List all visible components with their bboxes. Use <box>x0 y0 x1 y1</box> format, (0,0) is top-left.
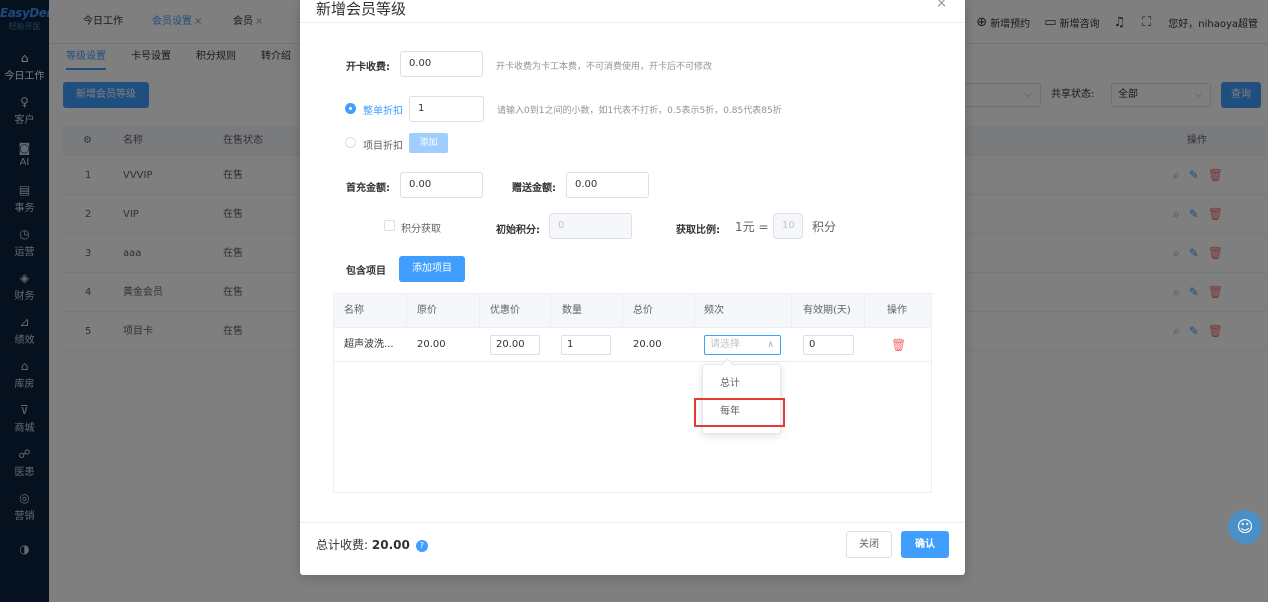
th-ops: 操作 <box>887 305 907 316</box>
item-name: 超声波洗... <box>344 339 394 350</box>
open-fee-label: 开卡收费: <box>346 62 390 73</box>
confirm-button[interactable]: 确认 <box>901 531 949 558</box>
support-avatar-button[interactable]: ☺ <box>1228 510 1262 544</box>
discount-item-radio[interactable] <box>345 137 356 148</box>
th-qty: 数量 <box>562 305 582 316</box>
ratio-label: 获取比例: <box>676 225 720 236</box>
th-frequency: 频次 <box>704 305 724 316</box>
divider <box>550 294 551 328</box>
divider <box>479 294 480 328</box>
chevron-up-icon: ∧ <box>767 340 774 350</box>
init-points-label: 初始积分: <box>496 225 540 236</box>
new-member-level-dialog: 新增会员等级 × 开卡收费: 0.00 开卡收费为卡工本费，不可消费使用，开卡后… <box>300 0 965 575</box>
divider <box>300 22 965 23</box>
total-label: 总计收费: <box>316 538 369 552</box>
option-total[interactable]: 总计 <box>703 372 780 396</box>
dialog-title: 新增会员等级 <box>316 0 407 18</box>
open-fee-input[interactable]: 0.00 <box>400 51 483 77</box>
total-value: 20.00 <box>371 538 410 552</box>
discount-whole-input[interactable]: 1 <box>409 96 484 122</box>
ratio-input[interactable]: 10 <box>773 213 803 239</box>
first-charge-label: 首充金额: <box>346 183 390 194</box>
trash-icon[interactable]: 🗑 <box>891 328 906 362</box>
ratio-suffix: 积分 <box>812 220 837 234</box>
highlight-box <box>694 398 785 427</box>
th-total: 总价 <box>633 305 653 316</box>
item-qty-input[interactable]: 1 <box>561 335 611 355</box>
discount-item-add-button[interactable]: 添加 <box>409 133 448 153</box>
items-table-header: 名称 原价 优惠价 数量 总价 频次 有效期(天) 操作 <box>334 294 931 328</box>
table-row: 超声波洗... 20.00 20.00 1 20.00 请选择 ∧ 0 🗑 <box>334 328 931 362</box>
divider <box>694 294 695 328</box>
divider <box>300 522 965 523</box>
add-item-button[interactable]: 添加项目 <box>399 256 465 282</box>
close-button[interactable]: 关闭 <box>846 531 892 558</box>
divider <box>622 294 623 328</box>
discount-whole-radio[interactable] <box>345 103 356 114</box>
items-table: 名称 原价 优惠价 数量 总价 频次 有效期(天) 操作 超声波洗... 20.… <box>333 293 932 493</box>
item-validity-input[interactable]: 0 <box>803 335 854 355</box>
first-charge-input[interactable]: 0.00 <box>400 172 483 198</box>
init-points-input[interactable]: 0 <box>549 213 632 239</box>
item-discount-price-input[interactable]: 20.00 <box>490 335 540 355</box>
discount-item-label[interactable]: 项目折扣 <box>363 137 403 152</box>
discount-hint: 请输入0到1之间的小数，如1代表不打折，0.5表示5折，0.85代表85折 <box>497 106 782 116</box>
total-charge: 总计收费: 20.00? <box>316 536 428 553</box>
help-icon[interactable]: ? <box>415 540 428 552</box>
discount-whole-label[interactable]: 整单折扣 <box>363 102 403 117</box>
gift-label: 赠送金额: <box>512 183 556 194</box>
item-frequency-select[interactable]: 请选择 ∧ <box>704 335 781 355</box>
divider <box>791 294 792 328</box>
open-fee-hint: 开卡收费为卡工本费，不可消费使用，开卡后不可修改 <box>496 62 713 72</box>
points-label[interactable]: 积分获取 <box>401 220 441 235</box>
th-validity: 有效期(天) <box>803 305 851 316</box>
item-total: 20.00 <box>633 339 662 350</box>
ratio-prefix: 1元 = <box>735 220 769 234</box>
divider <box>406 294 407 328</box>
points-checkbox[interactable] <box>384 220 395 231</box>
close-icon[interactable]: × <box>936 0 947 11</box>
items-label: 包含项目 <box>346 266 386 277</box>
gift-input[interactable]: 0.00 <box>566 172 649 198</box>
th-price: 原价 <box>417 305 437 316</box>
th-name: 名称 <box>344 305 364 316</box>
divider <box>864 294 865 328</box>
item-price: 20.00 <box>417 339 446 350</box>
th-discount-price: 优惠价 <box>490 305 520 316</box>
user-icon: ☺ <box>1236 517 1254 536</box>
